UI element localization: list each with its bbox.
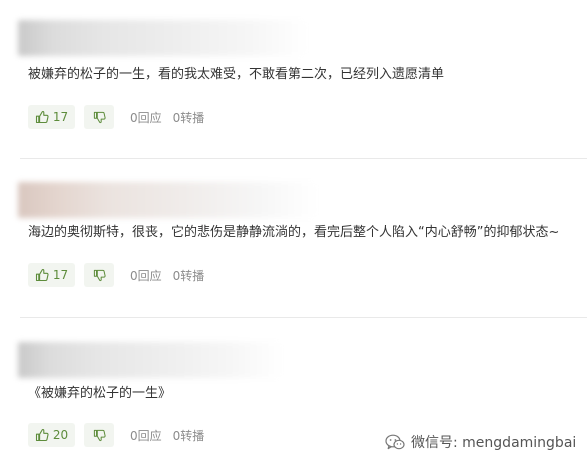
- thumbs-down-icon: [93, 269, 106, 281]
- wechat-icon: [385, 434, 405, 449]
- thumbs-down-icon: [93, 429, 106, 441]
- share-count[interactable]: 0转播: [173, 267, 205, 284]
- dislike-button[interactable]: [84, 105, 114, 129]
- comment-text: 被嫌弃的松子的一生，看的我太难受，不敢看第二次，已经列入遗愿清单: [28, 67, 445, 82]
- like-count: 17: [52, 268, 69, 282]
- like-button[interactable]: 17: [28, 263, 75, 287]
- user-avatar-blurred: [18, 20, 308, 56]
- like-button[interactable]: 20: [28, 423, 75, 447]
- user-avatar-blurred: [18, 342, 283, 378]
- comment-actions: 17 0回应 0转播: [28, 262, 215, 288]
- thumbs-down-icon: [93, 111, 106, 123]
- divider: [20, 317, 587, 318]
- wechat-watermark: 微信号: mengdamingbai: [385, 432, 576, 452]
- comment-actions: 20 0回应 0转播: [28, 422, 215, 448]
- reply-count[interactable]: 0回应: [130, 267, 162, 284]
- share-count[interactable]: 0转播: [173, 109, 205, 126]
- comment-actions: 17 0回应 0转播: [28, 104, 215, 130]
- comment-list: 被嫌弃的松子的一生，看的我太难受，不敢看第二次，已经列入遗愿清单 17 0回应 …: [0, 0, 587, 472]
- comment-text: 《被嫌弃的松子的一生》: [28, 386, 172, 401]
- thumbs-up-icon: [35, 268, 49, 282]
- like-count: 17: [52, 110, 69, 124]
- like-count: 20: [52, 428, 69, 442]
- comment-text: 海边的奥彻斯特，很丧，它的悲伤是静静流淌的，看完后整个人陷入“内心舒畅”的抑郁状…: [28, 225, 560, 240]
- reply-count[interactable]: 0回应: [130, 109, 162, 126]
- share-count[interactable]: 0转播: [173, 427, 205, 444]
- thumbs-up-icon: [35, 110, 49, 124]
- dislike-button[interactable]: [84, 423, 114, 447]
- user-avatar-blurred: [18, 182, 318, 218]
- like-button[interactable]: 17: [28, 105, 75, 129]
- watermark-text: 微信号: mengdamingbai: [411, 435, 577, 451]
- dislike-button[interactable]: [84, 263, 114, 287]
- reply-count[interactable]: 0回应: [130, 427, 162, 444]
- divider: [20, 158, 587, 159]
- thumbs-up-icon: [35, 428, 49, 442]
